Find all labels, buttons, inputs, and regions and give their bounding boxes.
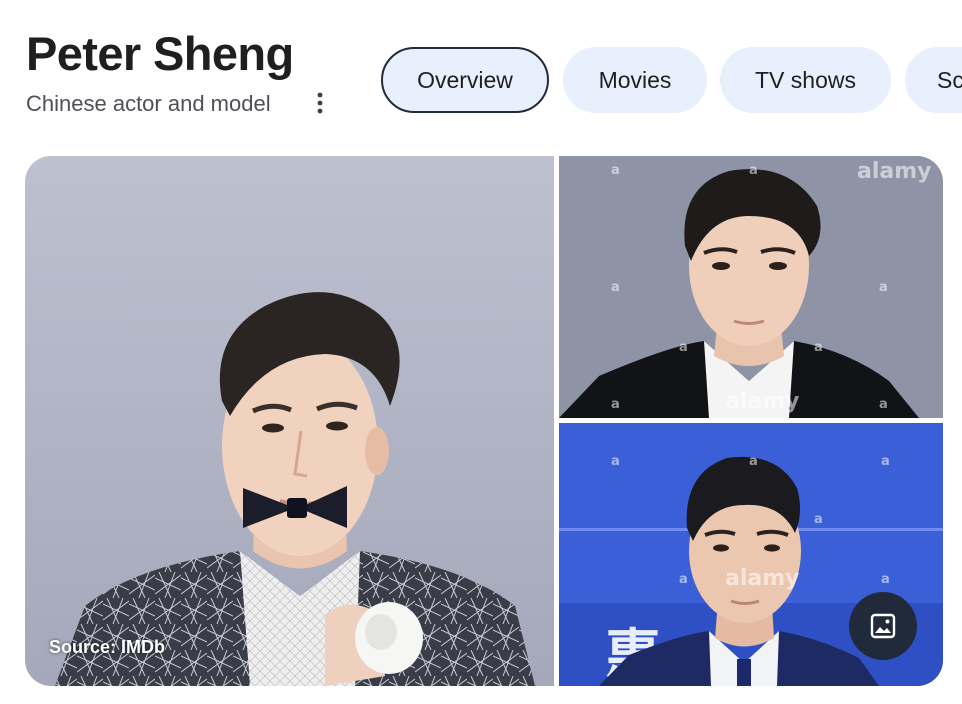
tabs-bar: Overview Movies TV shows Sc — [0, 0, 962, 130]
watermark-letter: a — [814, 340, 823, 355]
watermark-letter: a — [749, 163, 758, 178]
watermark-letter: a — [611, 454, 620, 469]
watermark-letter: a — [611, 397, 620, 412]
watermark-letter: a — [749, 454, 758, 469]
tab-movies[interactable]: Movies — [563, 47, 707, 113]
watermark-letter: a — [814, 512, 823, 527]
tab-overview[interactable]: Overview — [381, 47, 549, 113]
more-images-button[interactable] — [849, 592, 917, 660]
watermark-letter: a — [679, 572, 688, 587]
watermark-letter: a — [881, 572, 890, 587]
alamy-watermark: alamy — [725, 566, 800, 591]
watermark-letter: a — [879, 397, 888, 412]
alamy-watermark: alamy — [725, 389, 800, 414]
watermark-letter: a — [879, 280, 888, 295]
watermark-letter: a — [679, 340, 688, 355]
watermark-letter: a — [611, 163, 620, 178]
alamy-watermark: alamy — [857, 159, 932, 184]
tab-partial[interactable]: Sc — [905, 47, 962, 113]
watermark-letter: a — [611, 280, 620, 295]
main-photo[interactable]: Source: IMDb — [25, 156, 554, 686]
image-icon — [870, 613, 896, 639]
image-gallery: Source: IMDb a a a a a a a a alamy alamy… — [25, 156, 943, 686]
watermark-letter: a — [881, 454, 890, 469]
tab-tv-shows[interactable]: TV shows — [720, 47, 891, 113]
photo-bottom-right[interactable]: 惠 a a a a a a alamy — [559, 423, 943, 686]
photo-top-right[interactable]: a a a a a a a a alamy alamy — [559, 156, 943, 418]
image-source-label: Source: IMDb — [49, 637, 166, 657]
